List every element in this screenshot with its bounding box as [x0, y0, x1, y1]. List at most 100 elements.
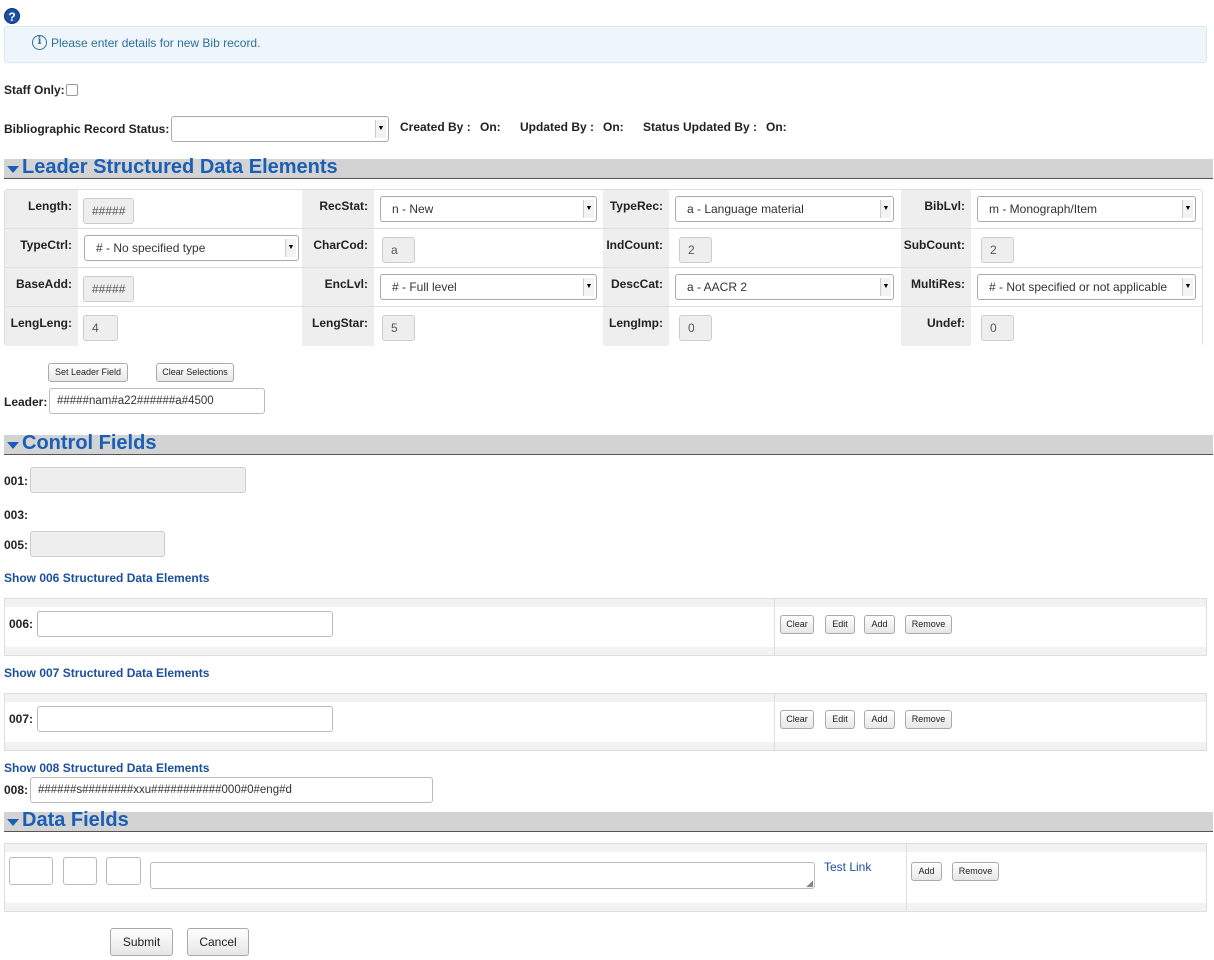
- biblvl-value: m - Monograph/Item: [989, 202, 1098, 216]
- f005-input: [30, 531, 165, 557]
- f007-edit-button[interactable]: Edit: [825, 710, 855, 729]
- leader-label-recstat: RecStat:: [302, 190, 374, 229]
- status-updated-by-label: Status Updated By :: [643, 120, 758, 134]
- staff-only-checkbox[interactable]: [66, 84, 78, 96]
- f008-label: 008:: [4, 783, 29, 797]
- typectrl-select[interactable]: # - No specified type ▼: [84, 235, 299, 261]
- leader-label-baseadd: BaseAdd:: [5, 268, 78, 307]
- show-008-link[interactable]: Show 008 Structured Data Elements: [4, 761, 209, 775]
- recstat-select[interactable]: n - New ▼: [380, 196, 597, 222]
- f006-input[interactable]: [37, 611, 333, 637]
- chevron-down-icon: ▼: [880, 278, 891, 296]
- f006-label: 006:: [9, 617, 34, 631]
- leader-label-typectrl: TypeCtrl:: [5, 229, 78, 268]
- leader-length-field: #####: [83, 198, 134, 224]
- chevron-down-icon: ▼: [880, 200, 891, 218]
- f007-remove-button[interactable]: Remove: [905, 710, 952, 729]
- clear-selections-button[interactable]: Clear Selections: [156, 363, 234, 382]
- typerec-select[interactable]: a - Language material ▼: [675, 196, 894, 222]
- resize-handle-icon[interactable]: ◢: [806, 879, 813, 888]
- staff-only-label: Staff Only:: [4, 83, 65, 97]
- test-link[interactable]: Test Link: [824, 860, 871, 874]
- leader-label-charcod: CharCod:: [302, 229, 374, 268]
- info-message: Please enter details for new Bib record.: [51, 36, 261, 50]
- f005-label: 005:: [4, 538, 29, 552]
- updated-on-label: On:: [603, 120, 624, 134]
- chevron-down-icon: ▼: [1182, 278, 1193, 296]
- indicator1-input[interactable]: [63, 857, 97, 885]
- leader-label-biblvl: BibLvl:: [901, 190, 971, 229]
- leader-label-typerec: TypeRec:: [603, 190, 669, 229]
- help-icon[interactable]: ?: [4, 8, 20, 24]
- chevron-down-icon: ▼: [285, 239, 296, 257]
- f006-add-button[interactable]: Add: [864, 615, 895, 634]
- desccat-value: a - AACR 2: [687, 280, 748, 294]
- f007-input[interactable]: [37, 706, 333, 732]
- leader-section-header[interactable]: Leader Structured Data Elements: [4, 156, 1213, 179]
- chevron-down-icon: ▼: [583, 278, 594, 296]
- tag-input[interactable]: [9, 857, 53, 885]
- data-section-header[interactable]: Data Fields: [4, 809, 1213, 832]
- chevron-down-icon: ▼: [375, 120, 386, 138]
- f006-edit-button[interactable]: Edit: [825, 615, 855, 634]
- control-section-header[interactable]: Control Fields: [4, 432, 1213, 455]
- leader-section-title: Leader Structured Data Elements: [22, 156, 338, 178]
- show-006-link[interactable]: Show 006 Structured Data Elements: [4, 571, 209, 585]
- data-field-add-button[interactable]: Add: [911, 862, 942, 881]
- chevron-down-icon: ▼: [583, 200, 594, 218]
- leader-label-lengimp: LengImp:: [603, 307, 669, 346]
- caret-down-icon: [7, 166, 19, 173]
- control-section-title: Control Fields: [22, 432, 157, 454]
- created-on-label: On:: [480, 120, 501, 134]
- leader-label-length: Length:: [5, 190, 78, 229]
- f007-clear-button[interactable]: Clear: [780, 710, 814, 729]
- indcount-field: 2: [679, 237, 712, 263]
- f007-add-button[interactable]: Add: [864, 710, 895, 729]
- f007-label: 007:: [9, 712, 34, 726]
- f001-label: 001:: [4, 474, 29, 488]
- created-by-label: Created By :: [400, 120, 471, 134]
- f006-remove-button[interactable]: Remove: [905, 615, 952, 634]
- multires-value: # - Not specified or not applicable: [989, 280, 1168, 294]
- f007-panel: 007: Clear Edit Add Remove: [4, 693, 1207, 751]
- leader-label-indcount: IndCount:: [603, 229, 669, 268]
- status-updated-on-label: On:: [766, 120, 787, 134]
- lengleng-field: 4: [83, 315, 118, 341]
- leader-label: Leader:: [4, 395, 48, 409]
- f006-panel: 006: Clear Edit Add Remove: [4, 598, 1207, 656]
- info-icon: i: [32, 35, 47, 50]
- leader-label-multires: MultiRes:: [901, 268, 971, 307]
- data-section-title: Data Fields: [22, 809, 129, 831]
- enclvl-select[interactable]: # - Full level ▼: [380, 274, 597, 300]
- bib-status-label: Bibliographic Record Status:: [4, 122, 170, 136]
- bib-status-select[interactable]: ▼: [171, 116, 389, 142]
- multires-select[interactable]: # - Not specified or not applicable ▼: [977, 274, 1196, 300]
- data-field-remove-button[interactable]: Remove: [952, 862, 999, 881]
- set-leader-field-button[interactable]: Set Leader Field: [48, 363, 128, 382]
- f008-input[interactable]: ######s########xxu###########000#0#eng#d: [30, 777, 433, 803]
- cancel-button[interactable]: Cancel: [187, 928, 249, 956]
- undef-field: 0: [981, 315, 1014, 341]
- biblvl-select[interactable]: m - Monograph/Item ▼: [977, 196, 1196, 222]
- typectrl-value: # - No specified type: [96, 241, 206, 255]
- enclvl-value: # - Full level: [392, 280, 457, 294]
- updated-by-label: Updated By :: [520, 120, 595, 134]
- leader-label-lengleng: LengLeng:: [5, 307, 78, 346]
- chevron-down-icon: ▼: [1182, 200, 1193, 218]
- f006-clear-button[interactable]: Clear: [780, 615, 814, 634]
- leader-input[interactable]: #####nam#a22######a#4500: [49, 388, 265, 414]
- leader-label-desccat: DescCat:: [603, 268, 669, 307]
- indicator2-input[interactable]: [106, 857, 141, 885]
- f003-label: 003:: [4, 508, 29, 522]
- desccat-select[interactable]: a - AACR 2 ▼: [675, 274, 894, 300]
- show-007-link[interactable]: Show 007 Structured Data Elements: [4, 666, 209, 680]
- baseadd-field: #####: [83, 276, 134, 302]
- info-alert: i Please enter details for new Bib recor…: [4, 26, 1207, 63]
- charcod-field: a: [382, 237, 415, 263]
- field-content-textarea[interactable]: ◢: [150, 862, 815, 889]
- caret-down-icon: [7, 819, 19, 826]
- lengimp-field: 0: [679, 315, 712, 341]
- data-field-panel: ◢ Test Link Add Remove: [4, 843, 1207, 912]
- submit-button[interactable]: Submit: [110, 928, 173, 956]
- leader-label-subcount: SubCount:: [901, 229, 971, 268]
